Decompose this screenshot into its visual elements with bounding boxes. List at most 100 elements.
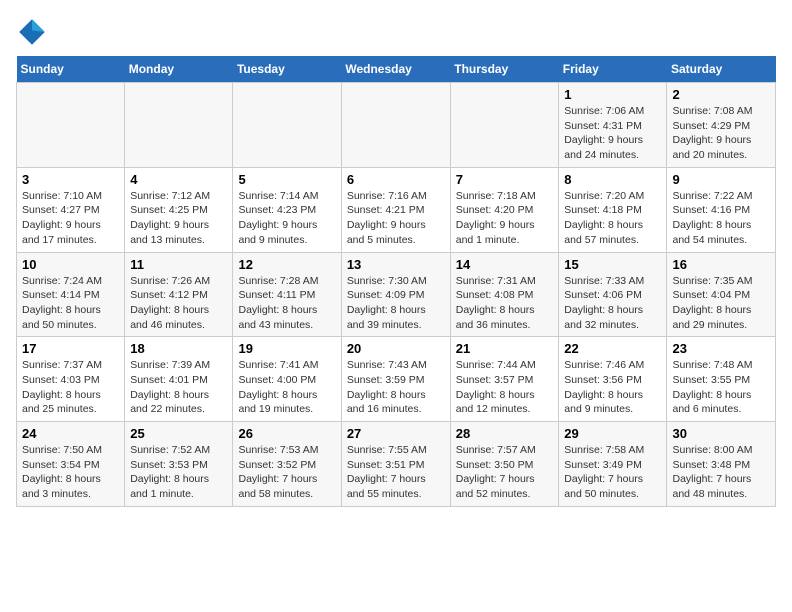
- day-info: Sunrise: 7:41 AM Sunset: 4:00 PM Dayligh…: [238, 358, 335, 417]
- calendar-table: SundayMondayTuesdayWednesdayThursdayFrid…: [16, 56, 776, 507]
- day-info: Sunrise: 7:53 AM Sunset: 3:52 PM Dayligh…: [238, 443, 335, 502]
- day-info: Sunrise: 7:52 AM Sunset: 3:53 PM Dayligh…: [130, 443, 227, 502]
- calendar-cell: 8 Sunrise: 7:20 AM Sunset: 4:18 PM Daylig…: [559, 167, 667, 252]
- day-info: Sunrise: 7:39 AM Sunset: 4:01 PM Dayligh…: [130, 358, 227, 417]
- day-number: 6: [347, 172, 445, 187]
- day-info: Sunrise: 7:26 AM Sunset: 4:12 PM Dayligh…: [130, 274, 227, 333]
- calendar-cell: 19 Sunrise: 7:41 AM Sunset: 4:00 PM Dayli…: [233, 337, 341, 422]
- day-info: Sunrise: 7:50 AM Sunset: 3:54 PM Dayligh…: [22, 443, 119, 502]
- calendar-cell: 27 Sunrise: 7:55 AM Sunset: 3:51 PM Dayli…: [341, 422, 450, 507]
- day-number: 19: [238, 341, 335, 356]
- calendar-cell: 1 Sunrise: 7:06 AM Sunset: 4:31 PM Daylig…: [559, 83, 667, 168]
- calendar-cell: 11 Sunrise: 7:26 AM Sunset: 4:12 PM Dayli…: [125, 252, 233, 337]
- day-info: Sunrise: 7:46 AM Sunset: 3:56 PM Dayligh…: [564, 358, 661, 417]
- day-number: 8: [564, 172, 661, 187]
- calendar-cell: 14Sunrise: 7:31 AM Sunset: 4:08 PM Dayli…: [450, 252, 559, 337]
- day-number: 16: [672, 257, 770, 272]
- day-info: Sunrise: 7:58 AM Sunset: 3:49 PM Dayligh…: [564, 443, 661, 502]
- calendar-week-row: 3Sunrise: 7:10 AM Sunset: 4:27 PM Daylig…: [17, 167, 776, 252]
- weekday-header: Monday: [125, 56, 233, 83]
- calendar-cell: 18 Sunrise: 7:39 AM Sunset: 4:01 PM Dayli…: [125, 337, 233, 422]
- day-info: Sunrise: 7:08 AM Sunset: 4:29 PM Dayligh…: [672, 104, 770, 163]
- weekday-header: Wednesday: [341, 56, 450, 83]
- calendar-cell: 30 Sunrise: 8:00 AM Sunset: 3:48 PM Dayli…: [667, 422, 776, 507]
- calendar-cell: 7 Sunrise: 7:18 AM Sunset: 4:20 PM Daylig…: [450, 167, 559, 252]
- day-number: 4: [130, 172, 227, 187]
- day-number: 13: [347, 257, 445, 272]
- day-info: Sunrise: 7:14 AM Sunset: 4:23 PM Dayligh…: [238, 189, 335, 248]
- weekday-header: Tuesday: [233, 56, 341, 83]
- day-info: Sunrise: 7:06 AM Sunset: 4:31 PM Dayligh…: [564, 104, 661, 163]
- day-number: 27: [347, 426, 445, 441]
- day-number: 2: [672, 87, 770, 102]
- day-info: Sunrise: 7:35 AM Sunset: 4:04 PM Dayligh…: [672, 274, 770, 333]
- day-number: 1: [564, 87, 661, 102]
- day-number: 7: [456, 172, 554, 187]
- day-number: 26: [238, 426, 335, 441]
- day-info: Sunrise: 7:48 AM Sunset: 3:55 PM Dayligh…: [672, 358, 770, 417]
- calendar-week-row: 24 Sunrise: 7:50 AM Sunset: 3:54 PM Dayli…: [17, 422, 776, 507]
- day-number: 12: [238, 257, 335, 272]
- day-number: 28: [456, 426, 554, 441]
- day-info: Sunrise: 7:44 AM Sunset: 3:57 PM Dayligh…: [456, 358, 554, 417]
- calendar-cell: 29Sunrise: 7:58 AM Sunset: 3:49 PM Dayli…: [559, 422, 667, 507]
- day-number: 21: [456, 341, 554, 356]
- calendar-cell: 16 Sunrise: 7:35 AM Sunset: 4:04 PM Dayli…: [667, 252, 776, 337]
- calendar-cell: 15Sunrise: 7:33 AM Sunset: 4:06 PM Dayli…: [559, 252, 667, 337]
- weekday-header-row: SundayMondayTuesdayWednesdayThursdayFrid…: [17, 56, 776, 83]
- day-number: 20: [347, 341, 445, 356]
- day-number: 5: [238, 172, 335, 187]
- day-number: 23: [672, 341, 770, 356]
- calendar-cell: [233, 83, 341, 168]
- day-number: 9: [672, 172, 770, 187]
- day-number: 15: [564, 257, 661, 272]
- day-number: 3: [22, 172, 119, 187]
- calendar-cell: 21 Sunrise: 7:44 AM Sunset: 3:57 PM Dayli…: [450, 337, 559, 422]
- calendar-cell: 10 Sunrise: 7:24 AM Sunset: 4:14 PM Dayli…: [17, 252, 125, 337]
- calendar-cell: 25 Sunrise: 7:52 AM Sunset: 3:53 PM Dayli…: [125, 422, 233, 507]
- calendar-cell: 24 Sunrise: 7:50 AM Sunset: 3:54 PM Dayli…: [17, 422, 125, 507]
- day-info: Sunrise: 8:00 AM Sunset: 3:48 PM Dayligh…: [672, 443, 770, 502]
- day-number: 10: [22, 257, 119, 272]
- weekday-header: Sunday: [17, 56, 125, 83]
- calendar-cell: 9Sunrise: 7:22 AM Sunset: 4:16 PM Daylig…: [667, 167, 776, 252]
- day-number: 30: [672, 426, 770, 441]
- weekday-header: Friday: [559, 56, 667, 83]
- calendar-cell: [450, 83, 559, 168]
- header: [16, 16, 776, 48]
- calendar-cell: 26 Sunrise: 7:53 AM Sunset: 3:52 PM Dayli…: [233, 422, 341, 507]
- calendar-cell: 2 Sunrise: 7:08 AM Sunset: 4:29 PM Daylig…: [667, 83, 776, 168]
- calendar-week-row: 17 Sunrise: 7:37 AM Sunset: 4:03 PM Dayli…: [17, 337, 776, 422]
- calendar-cell: 22Sunrise: 7:46 AM Sunset: 3:56 PM Dayli…: [559, 337, 667, 422]
- day-info: Sunrise: 7:24 AM Sunset: 4:14 PM Dayligh…: [22, 274, 119, 333]
- day-number: 18: [130, 341, 227, 356]
- calendar-week-row: 1 Sunrise: 7:06 AM Sunset: 4:31 PM Daylig…: [17, 83, 776, 168]
- logo: [16, 16, 52, 48]
- day-info: Sunrise: 7:20 AM Sunset: 4:18 PM Dayligh…: [564, 189, 661, 248]
- day-info: Sunrise: 7:37 AM Sunset: 4:03 PM Dayligh…: [22, 358, 119, 417]
- calendar-cell: 5 Sunrise: 7:14 AM Sunset: 4:23 PM Daylig…: [233, 167, 341, 252]
- day-info: Sunrise: 7:12 AM Sunset: 4:25 PM Dayligh…: [130, 189, 227, 248]
- day-number: 24: [22, 426, 119, 441]
- day-number: 11: [130, 257, 227, 272]
- calendar-cell: 23 Sunrise: 7:48 AM Sunset: 3:55 PM Dayli…: [667, 337, 776, 422]
- calendar-cell: [341, 83, 450, 168]
- day-number: 25: [130, 426, 227, 441]
- calendar-cell: 28 Sunrise: 7:57 AM Sunset: 3:50 PM Dayli…: [450, 422, 559, 507]
- calendar-cell: 13Sunrise: 7:30 AM Sunset: 4:09 PM Dayli…: [341, 252, 450, 337]
- calendar-cell: 20Sunrise: 7:43 AM Sunset: 3:59 PM Dayli…: [341, 337, 450, 422]
- logo-icon: [16, 16, 48, 48]
- calendar-cell: 12Sunrise: 7:28 AM Sunset: 4:11 PM Dayli…: [233, 252, 341, 337]
- day-info: Sunrise: 7:18 AM Sunset: 4:20 PM Dayligh…: [456, 189, 554, 248]
- calendar-week-row: 10 Sunrise: 7:24 AM Sunset: 4:14 PM Dayli…: [17, 252, 776, 337]
- day-number: 17: [22, 341, 119, 356]
- day-info: Sunrise: 7:57 AM Sunset: 3:50 PM Dayligh…: [456, 443, 554, 502]
- calendar-cell: 3Sunrise: 7:10 AM Sunset: 4:27 PM Daylig…: [17, 167, 125, 252]
- day-info: Sunrise: 7:55 AM Sunset: 3:51 PM Dayligh…: [347, 443, 445, 502]
- day-info: Sunrise: 7:16 AM Sunset: 4:21 PM Dayligh…: [347, 189, 445, 248]
- calendar-cell: [17, 83, 125, 168]
- weekday-header: Thursday: [450, 56, 559, 83]
- calendar-cell: [125, 83, 233, 168]
- weekday-header: Saturday: [667, 56, 776, 83]
- calendar-cell: 4 Sunrise: 7:12 AM Sunset: 4:25 PM Daylig…: [125, 167, 233, 252]
